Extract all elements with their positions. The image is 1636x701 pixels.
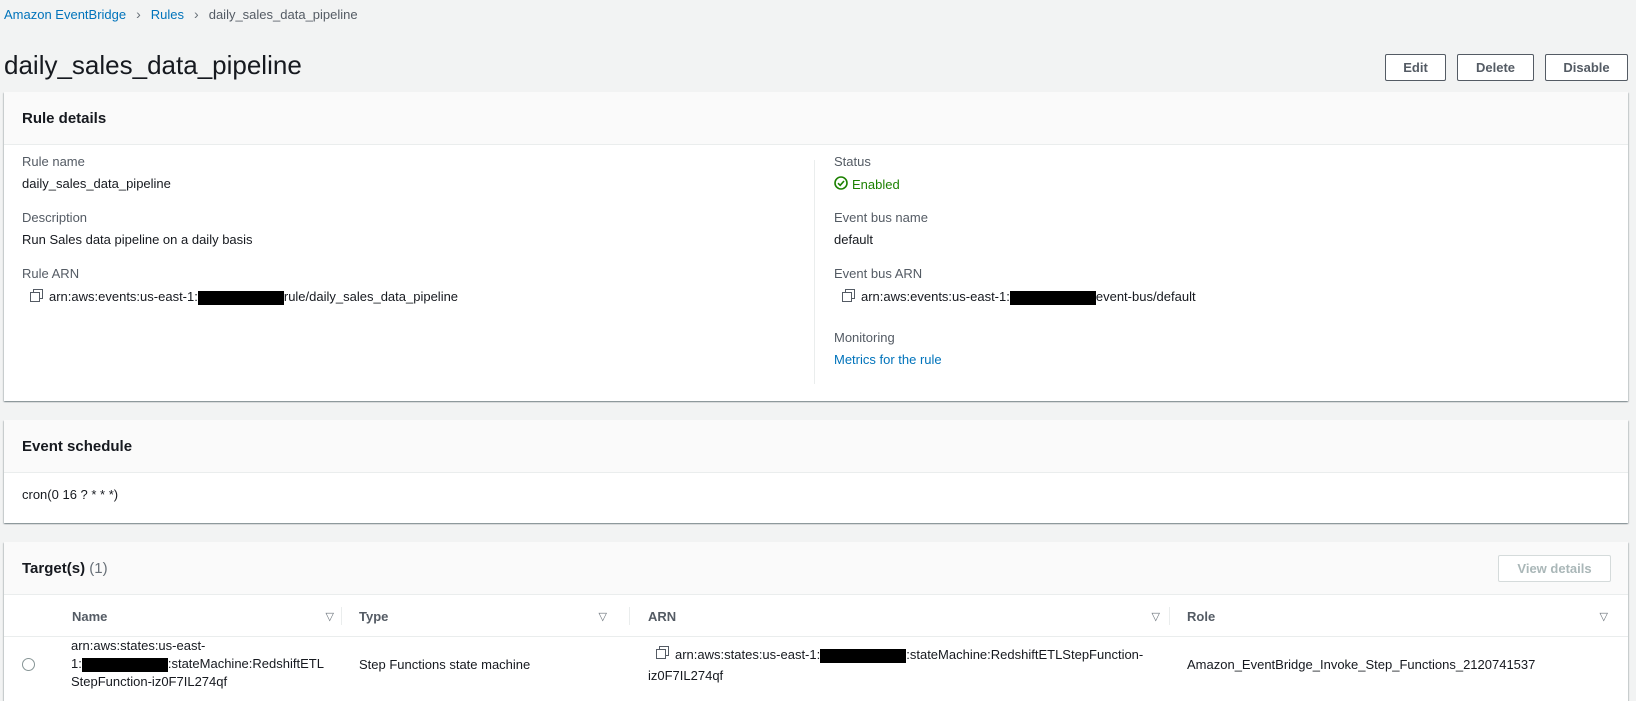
targets-title: Target(s) (1) (22, 559, 108, 577)
sort-icon[interactable]: ▽ (1600, 610, 1608, 623)
schedule-expression: cron(0 16 ? * * *) (22, 487, 119, 502)
event-bus-name-value: default (834, 232, 874, 247)
copy-icon[interactable] (842, 289, 855, 305)
event-schedule-header: Event schedule (4, 420, 1628, 473)
copy-icon[interactable] (656, 646, 669, 664)
event-bus-arn-value: arn:aws:events:us-east-1: event-bus/defau… (861, 289, 1196, 305)
delete-button[interactable]: Delete (1457, 54, 1534, 81)
redacted-account-id (81, 657, 168, 672)
event-schedule-title: Event schedule (22, 437, 133, 455)
description-label: Description (22, 210, 88, 225)
target-name-link[interactable]: arn:aws:states:us-east- 1::stateMachine:… (71, 637, 326, 691)
status-label: Status (834, 154, 871, 169)
description-value: Run Sales data pipeline on a daily basis (22, 232, 253, 247)
targets-table-header: Name ▽ Type ▽ ARN ▽ Role ▽ (4, 595, 1628, 637)
rule-details-title: Rule details (22, 109, 107, 127)
event-bus-name-field: Event bus name default (834, 210, 928, 247)
chevron-right-icon: › (136, 6, 141, 22)
column-header-type[interactable]: Type ▽ (359, 595, 621, 637)
column-separator (629, 607, 630, 625)
rule-arn-field: Rule ARN arn:aws:events:us-east-1: rule/d… (22, 266, 458, 305)
metrics-link[interactable]: Metrics for the rule (834, 352, 942, 367)
table-row[interactable]: arn:aws:states:us-east- 1::stateMachine:… (4, 638, 1628, 701)
redacted-account-id (1009, 290, 1096, 305)
event-bus-arn-label: Event bus ARN (834, 266, 923, 281)
rule-name-field: Rule name daily_sales_data_pipeline (22, 154, 171, 191)
sort-icon[interactable]: ▽ (599, 610, 607, 623)
event-schedule-panel: Event schedule cron(0 16 ? * * *) (4, 420, 1628, 523)
target-arn: arn:aws:states:us-east-1::stateMachine:R… (648, 646, 1144, 683)
rule-name-value: daily_sales_data_pipeline (22, 176, 171, 191)
page-title: daily_sales_data_pipeline (4, 50, 302, 80)
rule-arn-label: Rule ARN (22, 266, 80, 281)
disable-button[interactable]: Disable (1545, 54, 1628, 81)
event-bus-name-label: Event bus name (834, 210, 928, 225)
monitoring-label: Monitoring (834, 330, 895, 345)
chevron-right-icon: › (194, 6, 199, 22)
column-divider (814, 160, 815, 384)
copy-icon[interactable] (30, 289, 43, 305)
breadcrumb-link-eventbridge[interactable]: Amazon EventBridge (4, 7, 126, 22)
redacted-account-id (197, 290, 284, 305)
breadcrumb: Amazon EventBridge › Rules › daily_sales… (4, 6, 358, 22)
description-field: Description Run Sales data pipeline on a… (22, 210, 253, 247)
sort-icon[interactable]: ▽ (326, 610, 334, 623)
edit-button[interactable]: Edit (1385, 54, 1446, 81)
view-details-button[interactable]: View details (1498, 554, 1611, 582)
target-role: Amazon_EventBridge_Invoke_Step_Functions… (1187, 657, 1536, 672)
column-header-arn[interactable]: ARN ▽ (648, 595, 1174, 637)
rule-details-panel: Rule details Rule name daily_sales_data_… (4, 92, 1628, 401)
rule-name-label: Rule name (22, 154, 85, 169)
status-value: Enabled (834, 176, 900, 193)
targets-count: (1) (89, 559, 108, 577)
targets-panel: Target(s) (1) View details Name ▽ Type ▽ A… (4, 542, 1628, 701)
redacted-account-id (820, 648, 907, 663)
column-separator (1169, 607, 1170, 625)
sort-icon[interactable]: ▽ (1152, 610, 1160, 623)
status-field: Status Enabled (834, 154, 900, 193)
check-circle-icon (834, 176, 848, 193)
rule-arn-value: arn:aws:events:us-east-1: rule/daily_sale… (49, 289, 459, 305)
row-select-radio[interactable] (22, 658, 35, 671)
event-bus-arn-field: Event bus ARN arn:aws:events:us-east-1: e… (834, 266, 1196, 305)
monitoring-field: Monitoring Metrics for the rule (834, 330, 942, 367)
rule-arn-row: arn:aws:events:us-east-1: rule/daily_sale… (30, 289, 458, 305)
target-type: Step Functions state machine (359, 657, 531, 672)
rule-details-header: Rule details (4, 92, 1628, 145)
targets-header: Target(s) (1) View details (4, 542, 1628, 595)
breadcrumb-link-rules[interactable]: Rules (151, 7, 184, 22)
status-text: Enabled (852, 177, 900, 192)
column-header-name[interactable]: Name ▽ (72, 595, 348, 637)
column-separator (341, 607, 342, 625)
header-actions: Edit Delete Disable (1385, 54, 1628, 81)
column-header-role[interactable]: Role ▽ (1187, 595, 1622, 637)
event-bus-arn-row: arn:aws:events:us-east-1: event-bus/defau… (842, 289, 1196, 305)
breadcrumb-current: daily_sales_data_pipeline (208, 6, 358, 22)
